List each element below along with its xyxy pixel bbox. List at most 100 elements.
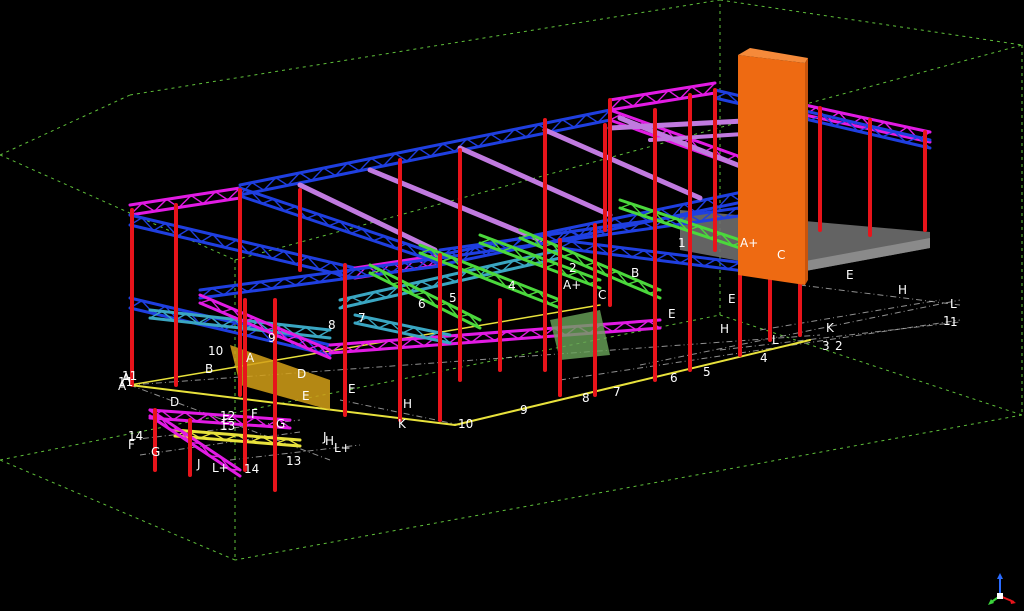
stair-stringer[interactable] <box>220 308 234 313</box>
grid-label: 6 <box>418 297 426 311</box>
grid-label: B <box>205 362 213 376</box>
grid-label: A <box>122 371 131 385</box>
stair-stringer[interactable] <box>199 298 212 304</box>
grid-label: G <box>276 417 285 431</box>
elevator-shaft[interactable] <box>738 55 805 285</box>
floor-truss[interactable] <box>482 332 496 342</box>
grid-label: J <box>196 457 201 471</box>
floor-truss[interactable] <box>378 321 392 329</box>
roof-truss[interactable] <box>238 118 612 197</box>
floor-truss[interactable] <box>655 252 669 261</box>
roof-truss[interactable] <box>128 223 357 280</box>
roof-truss[interactable] <box>370 157 384 167</box>
floor-truss[interactable] <box>374 291 388 299</box>
floor-truss[interactable] <box>293 326 307 335</box>
grid-label: 2 <box>569 261 577 275</box>
roof-truss[interactable] <box>585 114 599 124</box>
roof-truss[interactable] <box>620 97 635 107</box>
roof-truss[interactable] <box>238 108 612 187</box>
roof-truss[interactable] <box>305 213 319 220</box>
floor-truss[interactable] <box>420 280 434 288</box>
elevator-shaft-side[interactable] <box>805 58 808 285</box>
grid-label: E <box>302 389 310 403</box>
roof-truss[interactable] <box>513 128 528 138</box>
roof-truss[interactable] <box>350 228 363 234</box>
grid-label: 9 <box>268 331 276 345</box>
platform-beam[interactable] <box>209 455 221 458</box>
floor-truss[interactable] <box>307 274 321 283</box>
floor-truss[interactable] <box>529 329 543 338</box>
roof-truss[interactable] <box>346 162 361 172</box>
roof-truss[interactable] <box>251 181 265 191</box>
ground-beam[interactable] <box>454 339 811 426</box>
floor-truss[interactable] <box>506 330 520 340</box>
floor-truss[interactable] <box>401 326 416 334</box>
floor-truss-green[interactable] <box>619 203 632 209</box>
roof-truss[interactable] <box>247 244 261 254</box>
floor-truss[interactable] <box>350 296 364 304</box>
roof-purlin[interactable] <box>457 145 613 218</box>
floor-truss-green[interactable] <box>626 280 640 285</box>
floor-truss[interactable] <box>623 321 638 331</box>
floor-truss-green[interactable] <box>544 262 558 269</box>
floor-truss[interactable] <box>631 249 645 258</box>
grid-label: 1 <box>678 236 686 250</box>
grid-label: E <box>728 292 736 306</box>
floor-truss-green[interactable] <box>413 291 426 296</box>
roof-truss[interactable] <box>224 239 238 249</box>
roof-truss[interactable] <box>442 143 456 153</box>
grid-label: A+ <box>740 236 758 250</box>
grid-label: H <box>325 434 334 448</box>
floor-truss[interactable] <box>443 275 457 283</box>
steel-structure-model[interactable] <box>128 48 932 492</box>
model-canvas[interactable]: EHL1K3 2EHL4E56A+CB1A+C246 5789ADE E10B11AH… <box>0 0 1024 611</box>
floor-truss[interactable] <box>703 258 717 267</box>
floor-truss[interactable] <box>283 278 297 286</box>
model-viewport[interactable]: E H L 1 K 3 2 E H L 4 E 5 6 A+ C B 1 A+ C 2 4 6 5 7 8 9 A D E E 10 B 11 A H… <box>0 0 1024 611</box>
floor-truss[interactable] <box>211 287 225 296</box>
roof-truss[interactable] <box>328 220 341 227</box>
grid-label: F <box>128 438 135 452</box>
roof-truss[interactable] <box>298 172 313 182</box>
grid-label: 4 <box>508 279 516 293</box>
roof-truss[interactable] <box>690 86 705 96</box>
grid-label: 1 <box>950 315 958 329</box>
roof-truss[interactable] <box>190 194 205 205</box>
grid-label: 7 <box>613 385 621 399</box>
floor-truss[interactable] <box>512 259 526 267</box>
roof-truss[interactable] <box>561 118 575 128</box>
grid-label: L <box>772 333 779 347</box>
roof-truss[interactable] <box>466 138 480 148</box>
floor-truss[interactable] <box>259 281 273 290</box>
roof-truss[interactable] <box>141 202 156 212</box>
roof-truss[interactable] <box>271 250 285 260</box>
grid-label: 4 <box>760 351 768 365</box>
roof-truss[interactable] <box>200 233 214 243</box>
grid-label: L+ <box>212 461 229 475</box>
floor-truss[interactable] <box>411 338 425 347</box>
floor-truss[interactable] <box>489 265 503 272</box>
grid-label: E <box>348 382 356 396</box>
roof-truss[interactable] <box>644 93 658 104</box>
grid-label: 7 <box>358 311 366 325</box>
roof-truss[interactable] <box>214 191 229 201</box>
roof-truss[interactable] <box>283 205 297 212</box>
roof-truss[interactable] <box>318 261 333 271</box>
grid-label: A <box>246 351 255 365</box>
platform-beam[interactable] <box>169 428 181 431</box>
platform-beam[interactable] <box>229 468 241 471</box>
roof-truss[interactable] <box>372 235 386 242</box>
grid-label: L <box>950 297 957 311</box>
stair-stringer[interactable] <box>198 293 332 352</box>
floor-truss-green[interactable] <box>526 290 540 297</box>
roof-truss[interactable] <box>176 228 190 237</box>
grid-label: E <box>846 268 854 282</box>
roof-truss[interactable] <box>261 198 275 205</box>
grid-label: F <box>251 407 258 421</box>
floor-truss-green[interactable] <box>562 252 575 258</box>
roof-truss[interactable] <box>418 148 432 157</box>
roof-truss[interactable] <box>275 177 289 187</box>
roof-truss[interactable] <box>489 133 504 143</box>
roof-truss[interactable] <box>322 167 337 177</box>
roof-truss[interactable] <box>667 89 681 100</box>
